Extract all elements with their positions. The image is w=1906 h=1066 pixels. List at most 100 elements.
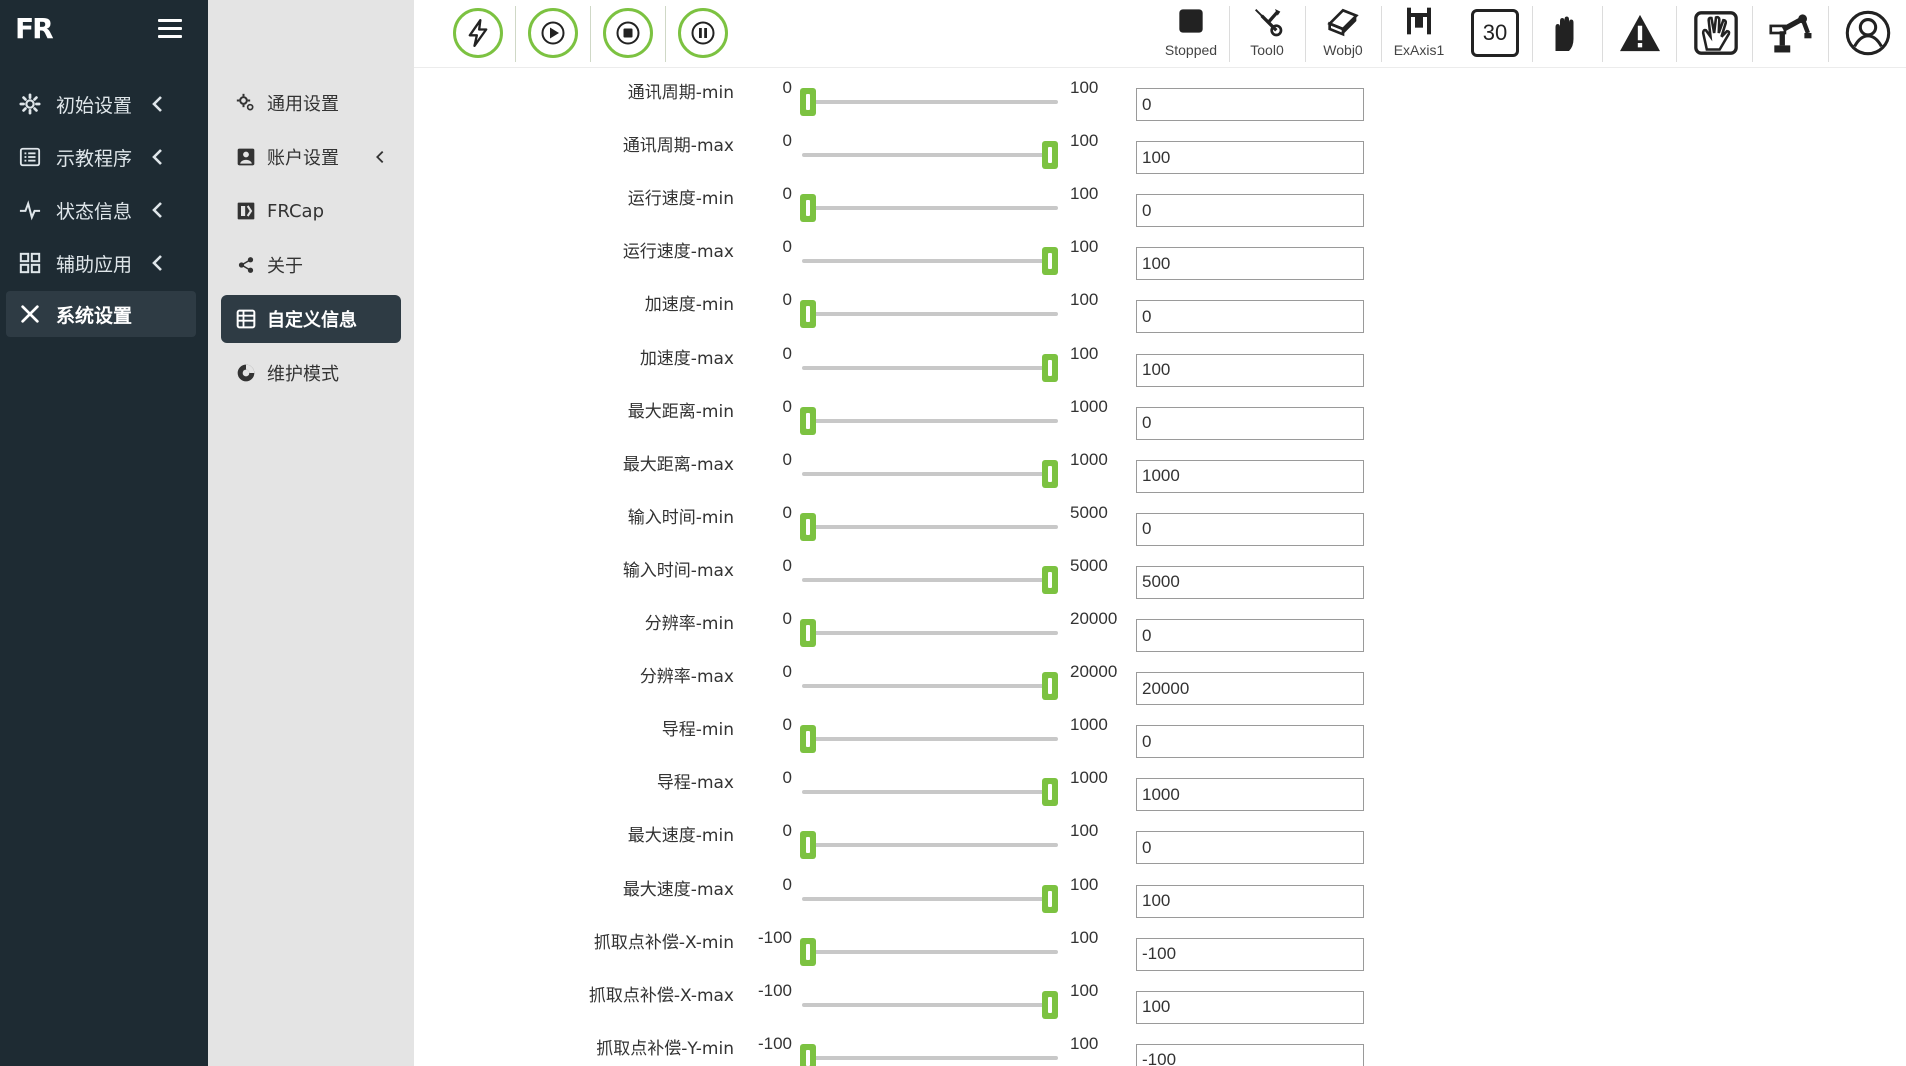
slider-track[interactable]	[802, 737, 1058, 742]
robot-status-indicator[interactable]: Stopped	[1155, 4, 1227, 64]
slider-track[interactable]	[802, 206, 1058, 211]
slider-track[interactable]	[802, 1055, 1058, 1060]
slider-thumb[interactable]	[800, 725, 816, 754]
param-value-input[interactable]	[1136, 725, 1364, 759]
submenu-item-custom-info[interactable]: 自定义信息	[221, 295, 401, 343]
param-value-input[interactable]	[1136, 990, 1364, 1024]
param-value-input[interactable]	[1136, 141, 1364, 175]
slider-thumb[interactable]	[1042, 778, 1058, 807]
slider-track[interactable]	[802, 524, 1058, 529]
param-value-input[interactable]	[1136, 512, 1364, 546]
submenu-item-account-settings[interactable]: 账户设置	[221, 133, 401, 181]
slider-track[interactable]	[802, 312, 1058, 317]
slider-thumb[interactable]	[1042, 141, 1058, 170]
slider-track[interactable]	[802, 631, 1058, 635]
slider-track[interactable]	[802, 471, 1058, 476]
slider-thumb[interactable]	[800, 512, 816, 541]
param-value-input[interactable]	[1136, 406, 1364, 440]
slider-track[interactable]	[802, 843, 1058, 848]
slider-min-label: -100	[757, 1033, 792, 1053]
slider-thumb[interactable]	[1042, 459, 1058, 488]
slider-thumb[interactable]	[800, 619, 816, 647]
slider-thumb[interactable]	[800, 937, 816, 966]
external-axis-indicator[interactable]: ExAxis1	[1383, 4, 1455, 64]
slider-thumb[interactable]	[1042, 353, 1058, 382]
slider-thumb[interactable]	[1042, 565, 1058, 594]
param-value-input[interactable]	[1136, 247, 1364, 281]
ex-axis-icon	[1402, 4, 1436, 38]
slider-min-label: -100	[757, 927, 792, 947]
robot-arm-button[interactable]	[1764, 6, 1820, 60]
param-value-input[interactable]	[1136, 194, 1364, 228]
param-label: 输入时间-max	[622, 560, 734, 581]
gears-icon	[235, 92, 257, 114]
param-label: 分辨率-min	[644, 614, 734, 634]
workobject-indicator[interactable]: Wobj0	[1307, 4, 1379, 64]
slider-thumb[interactable]	[1042, 247, 1058, 276]
user-account-button[interactable]	[1840, 6, 1896, 60]
slider-track[interactable]	[802, 577, 1058, 582]
submenu-item-maintenance-mode[interactable]: 维护模式	[221, 349, 401, 397]
param-value-input[interactable]	[1136, 778, 1364, 812]
slider-track[interactable]	[802, 896, 1058, 901]
hand-guide-button[interactable]	[1538, 6, 1594, 60]
run-button[interactable]	[528, 8, 578, 58]
param-value-input[interactable]	[1136, 831, 1364, 865]
speed-button[interactable]: 30	[1467, 6, 1523, 60]
slider-min-label: 0	[782, 290, 792, 310]
param-value-input[interactable]	[1136, 884, 1364, 918]
param-row: 最大距离-max 0 1000	[414, 450, 1906, 493]
sidebar-item-status-info[interactable]: 状态信息	[6, 187, 196, 233]
play-icon	[541, 21, 565, 45]
param-value-input[interactable]	[1136, 353, 1364, 387]
slider-track[interactable]	[802, 365, 1058, 370]
stop-button[interactable]	[603, 8, 653, 58]
slider-track[interactable]	[802, 100, 1058, 104]
slider-thumb[interactable]	[1042, 672, 1058, 701]
slider-thumb[interactable]	[800, 194, 816, 223]
toolbar-divider	[1381, 6, 1382, 62]
collision-button[interactable]	[1688, 6, 1744, 60]
param-value-input[interactable]	[1136, 88, 1364, 121]
slider-thumb[interactable]	[1042, 990, 1058, 1019]
sidebar-item-aux-apps[interactable]: 辅助应用	[6, 240, 196, 286]
param-value-input[interactable]	[1136, 459, 1364, 493]
tool-indicator[interactable]: Tool0	[1231, 4, 1303, 64]
slider-track[interactable]	[802, 684, 1058, 689]
slider-thumb[interactable]	[800, 88, 816, 116]
param-value-input[interactable]	[1136, 672, 1364, 706]
slider-track[interactable]	[802, 790, 1058, 795]
param-value-input[interactable]	[1136, 1043, 1364, 1066]
slider-thumb[interactable]	[800, 406, 816, 435]
param-value-input[interactable]	[1136, 619, 1364, 652]
pulse-icon	[18, 198, 42, 222]
settings-submenu: 通用设置 账户设置 FRCap 关于 自定义信息 维护模式	[208, 0, 414, 1066]
slider-thumb[interactable]	[800, 300, 816, 329]
submenu-item-general-settings[interactable]: 通用设置	[221, 79, 401, 127]
slider-thumb[interactable]	[800, 1043, 816, 1066]
robot-arm-icon	[1769, 14, 1812, 53]
param-value-input[interactable]	[1136, 937, 1364, 971]
slider-track[interactable]	[802, 259, 1058, 264]
hamburger-menu-icon[interactable]	[158, 19, 182, 39]
slider-track[interactable]	[802, 418, 1058, 423]
sidebar-item-teach-program[interactable]: 示教程序	[6, 134, 196, 180]
slider-track[interactable]	[802, 949, 1058, 954]
param-value-input[interactable]	[1136, 300, 1364, 334]
sidebar-item-system-settings[interactable]: 系统设置	[6, 291, 196, 337]
submenu-item-about[interactable]: 关于	[221, 241, 401, 289]
warning-button[interactable]	[1612, 6, 1668, 60]
grid-icon	[18, 251, 42, 275]
slider-max-label: 1000	[1070, 768, 1108, 788]
pause-button[interactable]	[678, 8, 728, 58]
submenu-item-frcap[interactable]: FRCap	[221, 187, 401, 235]
slider-track[interactable]	[802, 1002, 1058, 1007]
param-label: 运行速度-min	[627, 189, 734, 210]
enable-button[interactable]	[453, 8, 503, 58]
slider-thumb[interactable]	[1042, 884, 1058, 913]
slider-thumb[interactable]	[800, 831, 816, 860]
param-value-input[interactable]	[1136, 565, 1364, 599]
sidebar-item-initial-settings[interactable]: 初始设置	[6, 81, 196, 127]
slider-min-label: 0	[782, 715, 792, 735]
slider-track[interactable]	[802, 153, 1058, 158]
